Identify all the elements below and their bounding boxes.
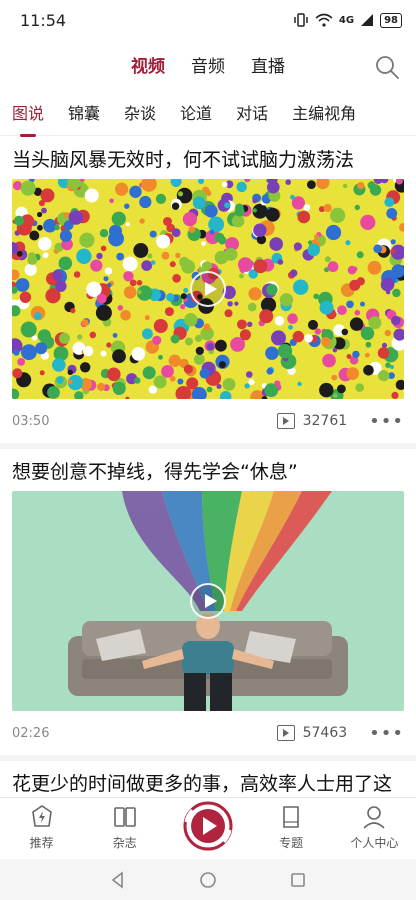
video-card[interactable]: 当头脑风暴无效时，何不试试脑力激荡法 03:50 32761 •••	[0, 137, 416, 449]
more-options-button[interactable]: •••	[369, 723, 404, 744]
subtab-illustrated[interactable]: 图说	[12, 100, 44, 137]
wifi-icon	[315, 13, 333, 27]
video-thumbnail[interactable]	[12, 491, 404, 711]
home-icon[interactable]	[199, 871, 217, 889]
lightning-icon	[31, 805, 52, 827]
play-icon[interactable]	[190, 271, 226, 307]
book-icon	[113, 807, 136, 827]
video-duration: 03:50	[12, 413, 50, 429]
search-icon[interactable]	[374, 54, 400, 80]
video-duration: 02:26	[12, 725, 50, 741]
top-tabs: 视频 音频 直播	[0, 52, 416, 86]
subtab-tips[interactable]: 锦囊	[68, 100, 100, 135]
play-count-icon	[276, 413, 295, 429]
video-thumbnail[interactable]	[12, 179, 404, 399]
video-meta: 02:26 57463 •••	[12, 711, 404, 755]
recents-icon[interactable]	[289, 871, 307, 889]
nav-player[interactable]	[173, 800, 243, 852]
nav-label: 个人中心	[350, 836, 399, 850]
subtab-talk[interactable]: 杂谈	[124, 100, 156, 135]
video-title[interactable]: 想要创意不掉线，得先学会“休息”	[12, 449, 404, 491]
tab-audio[interactable]: 音频	[191, 52, 225, 86]
category-tabs: 图说 锦囊 杂谈 论道 对话 主编视角	[0, 100, 416, 137]
subtab-editor-view[interactable]: 主编视角	[292, 100, 356, 135]
nav-label: 杂志	[112, 836, 137, 850]
nav-profile[interactable]: 个人中心	[339, 804, 409, 851]
status-bar: 11:54 4G 98	[0, 0, 416, 40]
subtab-dialogue[interactable]: 对话	[236, 100, 268, 135]
tab-video[interactable]: 视频	[131, 52, 165, 86]
status-icons: 4G 98	[293, 12, 402, 28]
bottom-nav: 推荐 杂志 专题 个人中心	[0, 797, 416, 859]
play-count: 32761	[302, 413, 348, 429]
play-hub-icon	[183, 801, 233, 851]
play-count: 57463	[302, 725, 348, 741]
nav-magazine[interactable]: 杂志	[90, 804, 160, 851]
video-card[interactable]: 想要创意不掉线，得先学会“休息” 02:26 57463 •••	[0, 449, 416, 761]
back-icon[interactable]	[109, 870, 127, 889]
nav-label: 推荐	[29, 836, 54, 850]
document-icon	[283, 806, 299, 828]
nav-recommend[interactable]: 推荐	[7, 804, 77, 851]
more-options-button[interactable]: •••	[369, 411, 404, 432]
subtab-discourse[interactable]: 论道	[180, 100, 212, 135]
nav-topics[interactable]: 专题	[256, 804, 326, 851]
video-card[interactable]: 花更少的时间做更多的事，高效率人士用了这4招	[0, 761, 416, 797]
person-icon	[363, 806, 385, 829]
play-count-icon	[276, 725, 295, 741]
video-meta: 03:50 32761 •••	[12, 399, 404, 443]
video-title[interactable]: 当头脑风暴无效时，何不试试脑力激荡法	[12, 137, 404, 179]
tab-live[interactable]: 直播	[251, 52, 285, 86]
signal-icon	[361, 14, 374, 26]
vibrate-icon	[294, 13, 308, 27]
nav-label: 专题	[279, 836, 304, 850]
status-time: 11:54	[20, 10, 67, 30]
video-feed: 当头脑风暴无效时，何不试试脑力激荡法 03:50 32761 ••• 想要创意不…	[0, 137, 416, 797]
battery-indicator: 98	[380, 12, 402, 28]
system-nav	[0, 859, 416, 900]
play-icon[interactable]	[190, 583, 226, 619]
network-label: 4G	[338, 14, 355, 26]
video-title[interactable]: 花更少的时间做更多的事，高效率人士用了这4招	[12, 761, 404, 797]
